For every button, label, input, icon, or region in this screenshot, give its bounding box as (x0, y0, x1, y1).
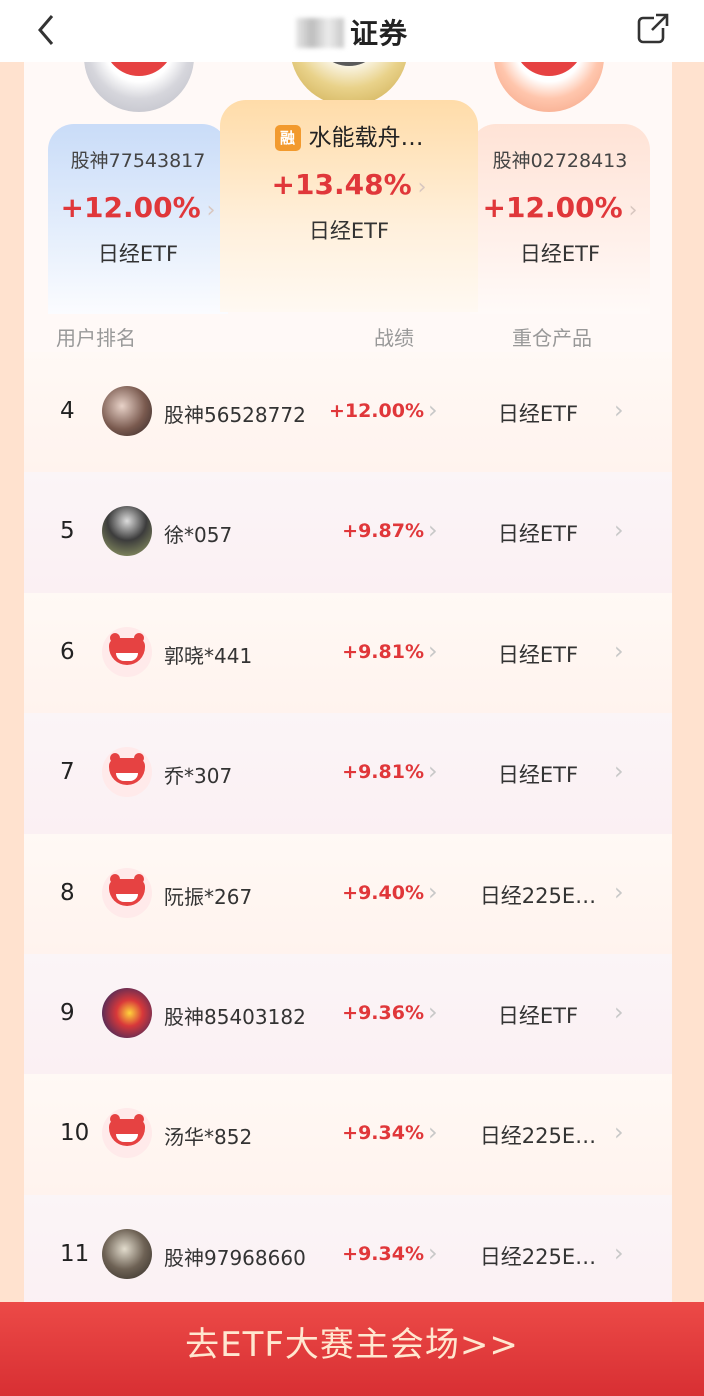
row-performance: +9.34% (342, 1242, 424, 1265)
chevron-right-icon[interactable]: › (614, 878, 624, 906)
chevron-right-icon[interactable]: › (614, 637, 624, 665)
chevron-right-icon: › (206, 198, 216, 223)
chevron-right-icon[interactable]: › (428, 637, 438, 665)
row-product: 日经ETF (497, 522, 579, 547)
main-venue-button[interactable]: 去ETF大赛主会场>> (0, 1302, 704, 1396)
chevron-right-icon[interactable]: › (614, 757, 624, 785)
ranking-row[interactable]: 10 汤华*852 +9.34% › 日经225E… › (24, 1074, 672, 1195)
avatar (102, 867, 152, 918)
chevron-right-icon[interactable]: › (428, 878, 438, 906)
row-rank: 5 (60, 518, 75, 545)
avatar (102, 1108, 152, 1159)
margin-badge: 融 (274, 125, 301, 151)
row-username: 股神97968660 (164, 1245, 306, 1270)
ranking-row[interactable]: 7 乔*307 +9.81% › 日经ETF › (24, 713, 672, 834)
podium-card-second[interactable]: 股神77543817 +12.00% › 日经ETF (48, 124, 228, 314)
row-performance: +9.81% (342, 761, 424, 784)
column-header-rank: 用户排名 (56, 326, 136, 350)
podium-card-first[interactable]: 融水能载舟… +13.48% › 日经ETF (220, 100, 478, 312)
podium: 股神77543817 +12.00% › 日经ETF 融水能载舟… +13.48%… (24, 22, 672, 314)
ranking-row[interactable]: 5 徐*057 +9.87% › 日经ETF › (24, 472, 672, 593)
page-title-text: 证券 (349, 17, 408, 50)
row-username: 股神56528772 (164, 403, 306, 427)
row-username: 郭晓*441 (164, 643, 253, 668)
avatar (102, 506, 152, 557)
chevron-right-icon[interactable]: › (428, 998, 438, 1026)
avatar (102, 747, 152, 798)
ranking-row[interactable]: 11 股神97968660 +9.34% › 日经225E… › (24, 1194, 672, 1316)
row-performance: +12.00% (328, 400, 424, 422)
podium-second-pct: +12.00% › (60, 191, 216, 224)
row-username: 汤华*852 (164, 1125, 253, 1150)
chevron-right-icon: › (417, 175, 427, 200)
blurred-brand (295, 18, 344, 48)
row-rank: 7 (60, 759, 75, 786)
page-title: 证券 (0, 12, 704, 52)
row-product: 日经ETF (497, 763, 579, 788)
podium-second-name: 股神77543817 (70, 150, 206, 172)
row-rank: 11 (60, 1240, 90, 1267)
row-rank: 9 (60, 999, 75, 1026)
avatar (102, 626, 152, 677)
row-product: 日经225E… (479, 1244, 597, 1269)
row-product: 日经ETF (497, 402, 579, 426)
external-link-icon[interactable] (636, 12, 670, 46)
row-username: 阮振*267 (164, 884, 253, 909)
podium-first-pct: +13.48% › (271, 168, 427, 201)
chevron-right-icon: › (628, 198, 638, 223)
row-rank: 6 (60, 638, 75, 665)
chevron-right-icon[interactable]: › (428, 1118, 438, 1146)
chevron-right-icon[interactable]: › (428, 516, 438, 544)
row-performance: +9.81% (342, 640, 424, 663)
chevron-right-icon[interactable]: › (428, 757, 438, 785)
chevron-right-icon[interactable]: › (428, 396, 438, 424)
avatar (102, 386, 152, 436)
podium-third-product: 日经ETF (519, 242, 601, 266)
chevron-right-icon[interactable]: › (614, 1239, 624, 1267)
row-performance: +9.87% (342, 520, 424, 543)
podium-first-name: 融水能载舟… (220, 118, 478, 152)
ranking-row[interactable]: 6 郭晓*441 +9.81% › 日经ETF › (24, 592, 672, 714)
chevron-right-icon[interactable]: › (614, 516, 624, 544)
row-rank: 10 (60, 1120, 90, 1147)
row-product: 日经225E… (479, 1124, 597, 1149)
top-nav-bar: 证券 (0, 0, 704, 62)
row-performance: +9.34% (342, 1122, 424, 1145)
podium-card-third[interactable]: 股神02728413 +12.00% › 日经ETF (470, 124, 650, 314)
ranking-row[interactable]: 9 股神85403182 +9.36% › 日经ETF › (24, 953, 672, 1075)
column-header-product: 重仓产品 (512, 326, 592, 350)
chevron-right-icon[interactable]: › (614, 396, 624, 424)
row-product: 日经ETF (497, 1003, 579, 1028)
avatar (102, 1228, 152, 1279)
row-performance: +9.40% (342, 881, 424, 904)
row-username: 乔*307 (164, 764, 233, 789)
podium-third-pct: +12.00% › (482, 191, 638, 224)
chevron-right-icon[interactable]: › (428, 1239, 438, 1267)
row-username: 徐*057 (164, 523, 233, 548)
avatar (102, 987, 152, 1038)
podium-second-product: 日经ETF (97, 242, 179, 266)
row-performance: +9.36% (342, 1001, 424, 1024)
ranking-row[interactable]: 8 阮振*267 +9.40% › 日经225E… › (24, 833, 672, 954)
ranking-row[interactable]: 4 股神56528772 +12.00% › 日经ETF › (24, 352, 672, 473)
ranking-list: 4 股神56528772 +12.00% › 日经ETF › 5 徐*057 +… (24, 352, 672, 1316)
podium-first-product: 日经ETF (308, 219, 390, 243)
row-username: 股神85403182 (164, 1004, 306, 1029)
chevron-right-icon[interactable]: › (614, 1118, 624, 1146)
row-rank: 8 (60, 879, 75, 906)
podium-third-name: 股神02728413 (492, 150, 628, 172)
chevron-right-icon[interactable]: › (614, 998, 624, 1026)
row-product: 日经225E… (479, 883, 597, 908)
column-header-performance: 战绩 (374, 326, 414, 350)
row-rank: 4 (60, 398, 75, 424)
row-product: 日经ETF (497, 642, 579, 667)
